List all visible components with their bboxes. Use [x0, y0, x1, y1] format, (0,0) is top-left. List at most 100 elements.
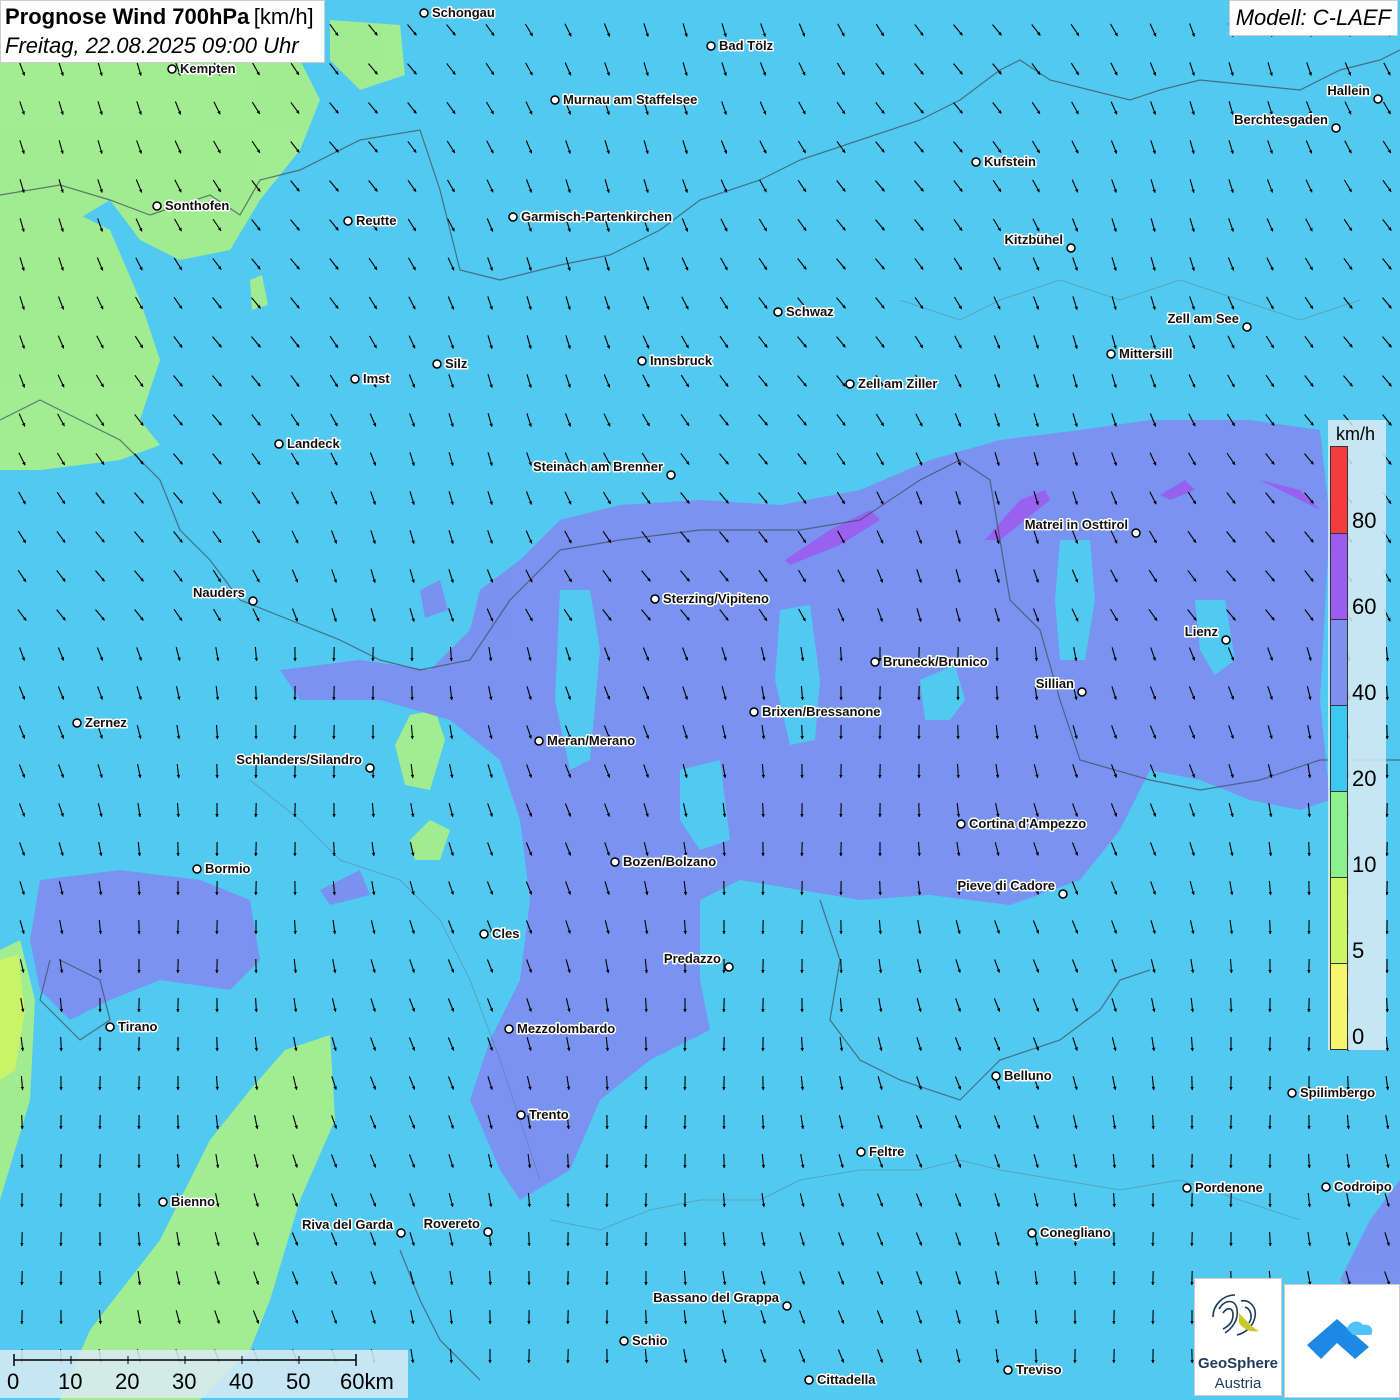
place-label: Imst — [363, 371, 390, 386]
place-dot — [432, 359, 442, 369]
place-label: Schongau — [432, 5, 495, 20]
map-title: Prognose Wind 700hPa — [5, 4, 250, 29]
place-dot — [749, 707, 759, 717]
wind-arrow — [98, 1270, 102, 1286]
place-dot — [550, 95, 560, 105]
place-label: Bad Tölz — [719, 38, 774, 53]
scale-tick-20: 20 — [115, 1369, 140, 1394]
wind-map[interactable]: Schongau Bad Tölz Kempten Murnau am Staffel… — [0, 0, 1400, 1400]
legend-segment-10-20 — [1331, 791, 1347, 877]
place-label: Bassano del Grappa — [653, 1290, 779, 1305]
place-dot — [483, 1227, 493, 1237]
place-label: Garmisch-Partenkirchen — [521, 209, 672, 224]
wind-arrow — [254, 685, 258, 701]
legend-segment-20-40 — [1331, 705, 1347, 791]
place-dot — [479, 929, 489, 939]
app-logo[interactable] — [1284, 1284, 1400, 1398]
place-label: Innsbruck — [650, 353, 713, 368]
place-label: Rovereto — [424, 1216, 480, 1231]
place-dot — [619, 1336, 629, 1346]
place-dot — [1027, 1228, 1037, 1238]
geosphere-logo[interactable]: GeoSphere Austria — [1194, 1278, 1282, 1396]
place-label: Schlanders/Silandro — [236, 752, 362, 767]
place-dot — [343, 216, 353, 226]
legend-segment-5-10 — [1331, 877, 1347, 963]
place-dot — [991, 1071, 1001, 1081]
place-dot — [1182, 1183, 1192, 1193]
place-label: Reutte — [356, 213, 396, 228]
place-dot — [516, 1110, 526, 1120]
place-dot — [782, 1301, 792, 1311]
place-label: Bruneck/Brunico — [883, 654, 988, 669]
geosphere-emblem-icon — [1212, 1294, 1259, 1336]
forecast-datetime: Freitag, 22.08.2025 09:00 Uhr — [5, 33, 299, 58]
wind-arrow — [137, 1192, 141, 1208]
place-label: Pieve di Cadore — [957, 878, 1055, 893]
place-dot — [650, 594, 660, 604]
legend-segment-80-plus — [1331, 447, 1347, 533]
place-label: Schio — [632, 1333, 667, 1348]
mountain-cloud-icon — [1307, 1319, 1373, 1359]
place-label: Pordenone — [1195, 1180, 1263, 1195]
place-dot — [666, 470, 676, 480]
place-label: Mezzolombardo — [517, 1021, 615, 1036]
place-label: Sonthofen — [165, 198, 229, 213]
legend-unit: km/h — [1336, 424, 1376, 444]
place-label: Zell am Ziller — [858, 376, 937, 391]
legend-segment-60-80 — [1331, 533, 1347, 619]
wind-arrow — [1229, 997, 1233, 1013]
place-label: Trento — [529, 1107, 569, 1122]
place-label: Spilimbergo — [1300, 1085, 1375, 1100]
place-dot — [534, 736, 544, 746]
place-label: Mittersill — [1119, 346, 1172, 361]
color-legend: km/h 80 60 40 20 10 5 0 — [1328, 420, 1386, 1050]
place-dot — [1373, 94, 1383, 104]
legend-tick-20: 20 — [1352, 766, 1377, 791]
wind-arrow — [59, 1036, 63, 1052]
place-label: Cles — [492, 926, 519, 941]
wind-arrow — [332, 841, 336, 857]
scale-tick-50: 50 — [286, 1369, 311, 1394]
place-label: Berchtesgaden — [1234, 112, 1328, 127]
place-dot — [773, 307, 783, 317]
place-label: Schwaz — [786, 304, 834, 319]
map-title-box: Prognose Wind 700hPa [km/h] Freitag, 22.… — [0, 0, 325, 63]
place-label: Feltre — [869, 1144, 904, 1159]
place-dot — [1221, 635, 1231, 645]
geosphere-name: GeoSphere — [1197, 1355, 1279, 1372]
place-dot — [350, 374, 360, 384]
place-dot — [1077, 687, 1087, 697]
place-label: Riva del Garda — [302, 1217, 394, 1232]
place-label: Matrei in Osttirol — [1025, 517, 1128, 532]
legend-tick-10: 10 — [1352, 852, 1377, 877]
place-label: Bozen/Bolzano — [623, 854, 716, 869]
legend-tick-80: 80 — [1352, 508, 1377, 533]
place-dot — [845, 379, 855, 389]
place-dot — [105, 1022, 115, 1032]
model-label: Modell: C-LAEF — [1228, 0, 1398, 36]
place-label: Codroipo — [1334, 1179, 1392, 1194]
place-dot — [706, 41, 716, 51]
place-dot — [971, 157, 981, 167]
place-dot — [167, 64, 177, 74]
place-dot — [1003, 1365, 1013, 1375]
place-dot — [610, 857, 620, 867]
wind-arrow — [878, 880, 882, 896]
scale-tick-30: 30 — [172, 1369, 197, 1394]
wind-arrow — [761, 802, 765, 818]
scale-tick-60km: 60km — [340, 1369, 394, 1394]
place-label: Nauders — [193, 585, 245, 600]
wind-arrow — [644, 1309, 648, 1325]
scale-tick-10: 10 — [58, 1369, 83, 1394]
place-dot — [504, 1024, 514, 1034]
place-dot — [419, 8, 429, 18]
wind-arrow — [1034, 1348, 1038, 1364]
place-label: Conegliano — [1040, 1225, 1111, 1240]
place-label: Cittadella — [817, 1372, 876, 1387]
place-label: Tirano — [118, 1019, 158, 1034]
legend-segment-0-5 — [1331, 963, 1347, 1049]
place-dot — [72, 718, 82, 728]
place-dot — [1106, 349, 1116, 359]
place-label: Belluno — [1004, 1068, 1052, 1083]
wind-arrow — [800, 724, 804, 740]
